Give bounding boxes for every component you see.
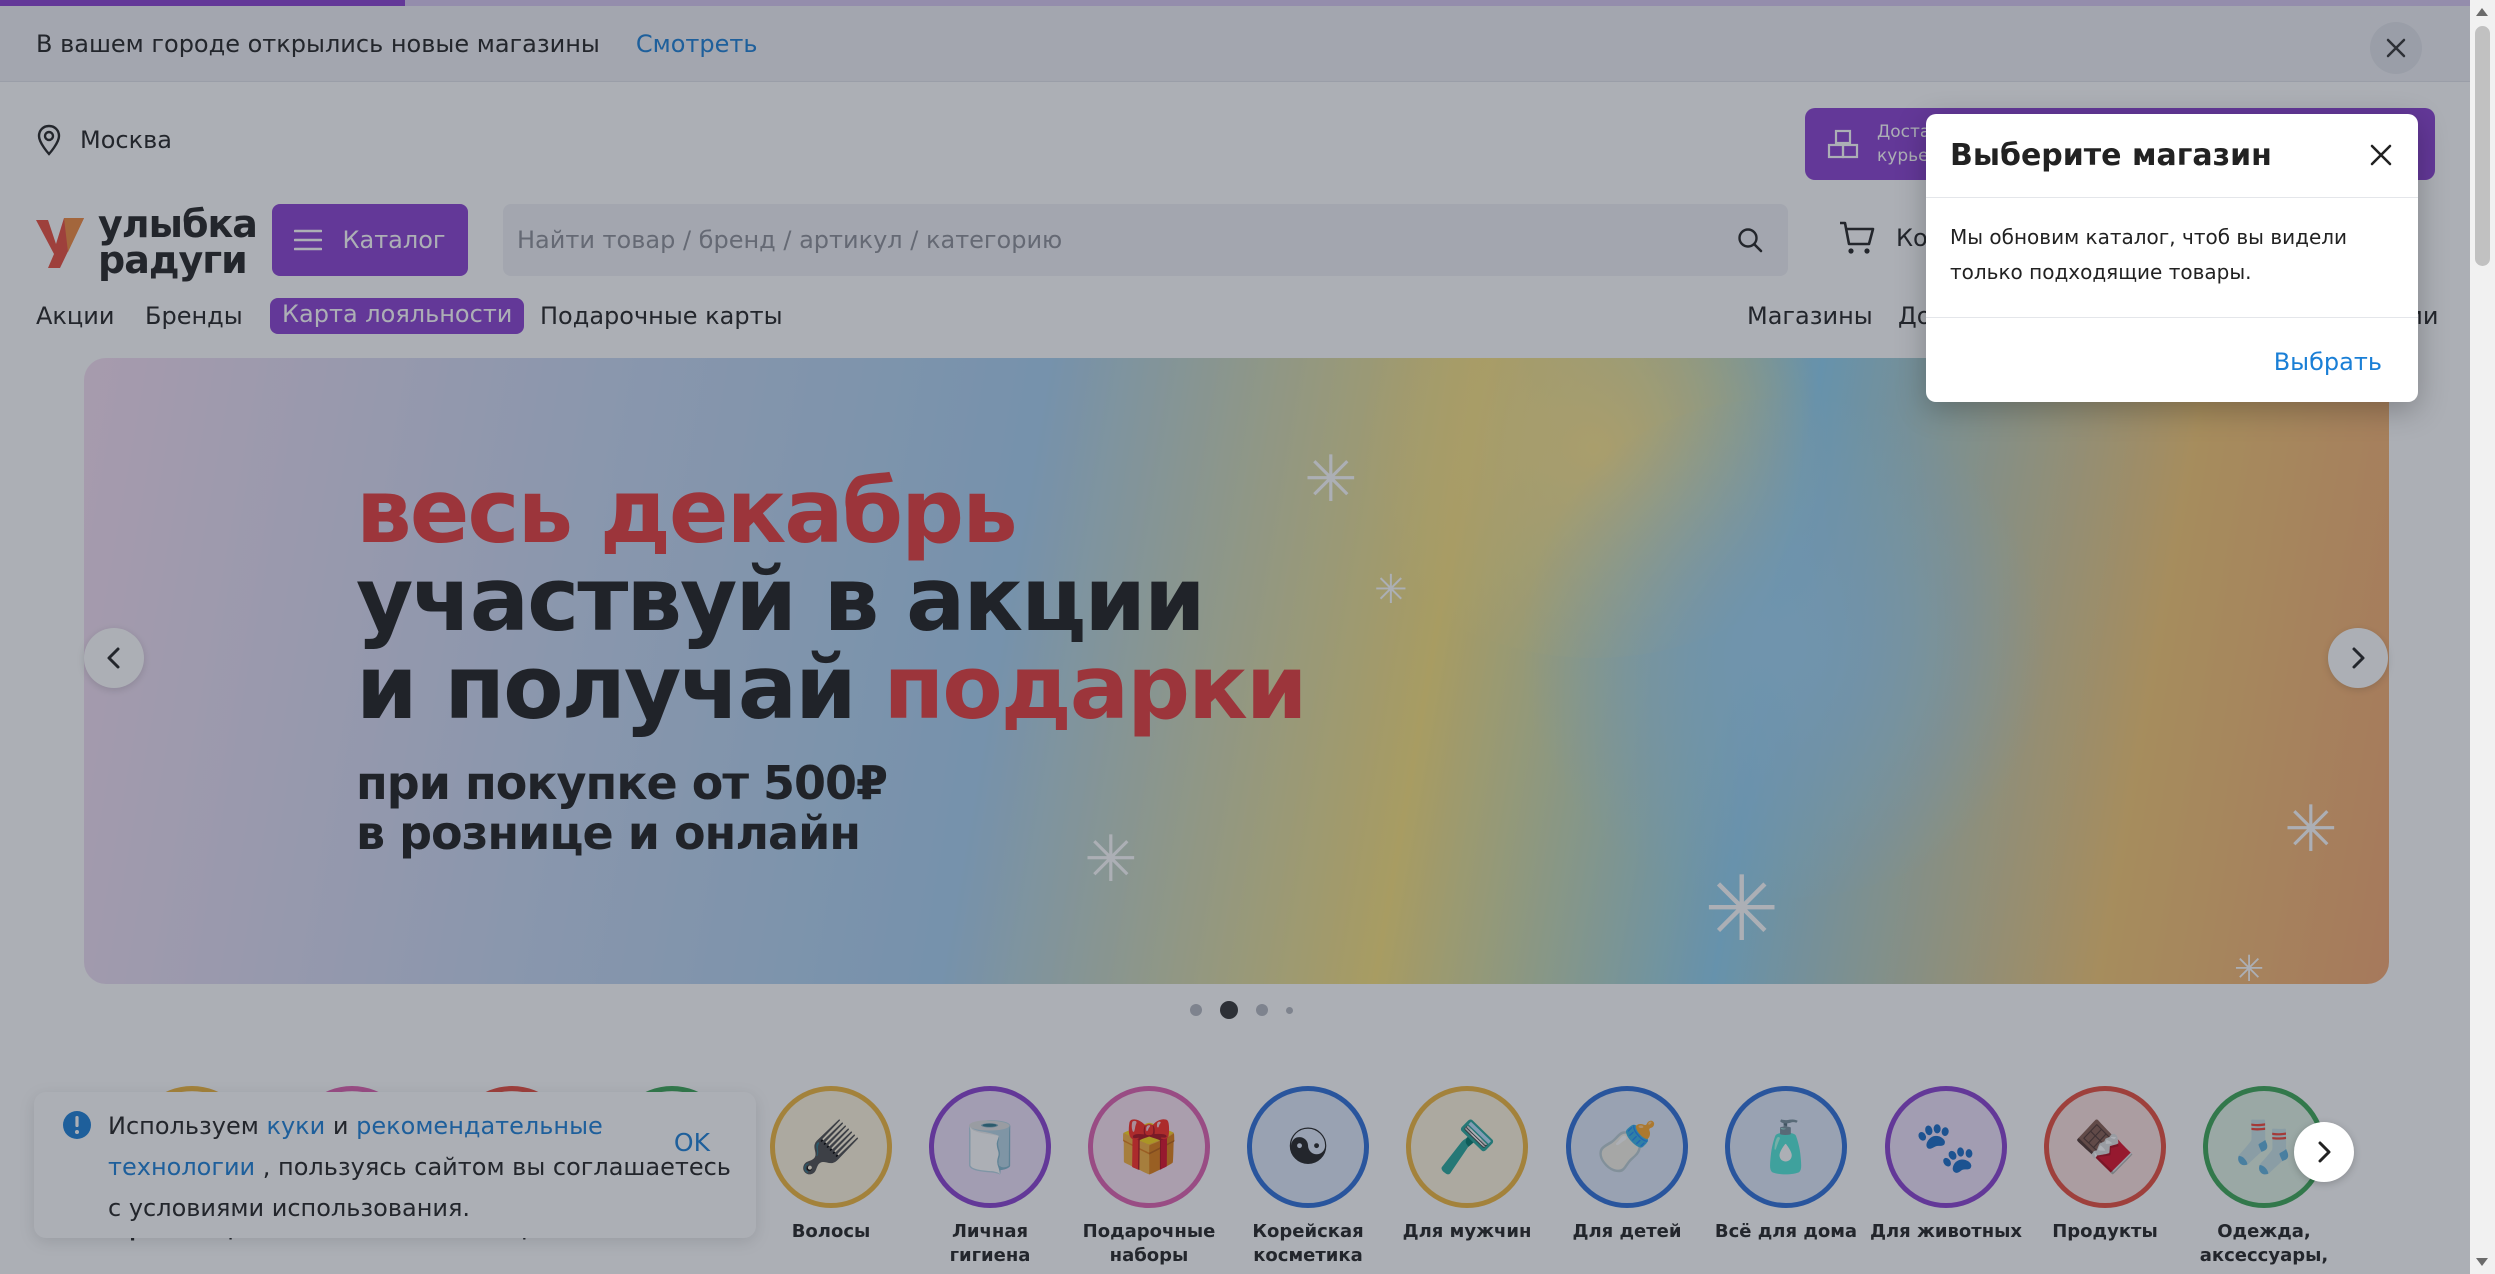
select-store-button[interactable]: Выбрать xyxy=(2274,348,2382,376)
dialog-close-icon[interactable] xyxy=(2366,140,2396,170)
dialog-title: Выберите магазин xyxy=(1926,114,2418,198)
scroll-up-icon[interactable] xyxy=(2476,8,2488,16)
scroll-down-icon[interactable] xyxy=(2476,1258,2488,1266)
page-scrollbar[interactable] xyxy=(2470,0,2495,1274)
category-next-button[interactable] xyxy=(2294,1122,2354,1182)
dialog-body: Мы обновим каталог, чтоб вы видели тольк… xyxy=(1926,198,2418,318)
chevron-right-icon xyxy=(2318,1141,2331,1163)
select-store-dialog: Выберите магазин Мы обновим каталог, что… xyxy=(1926,114,2418,402)
scrollbar-thumb[interactable] xyxy=(2475,26,2490,266)
